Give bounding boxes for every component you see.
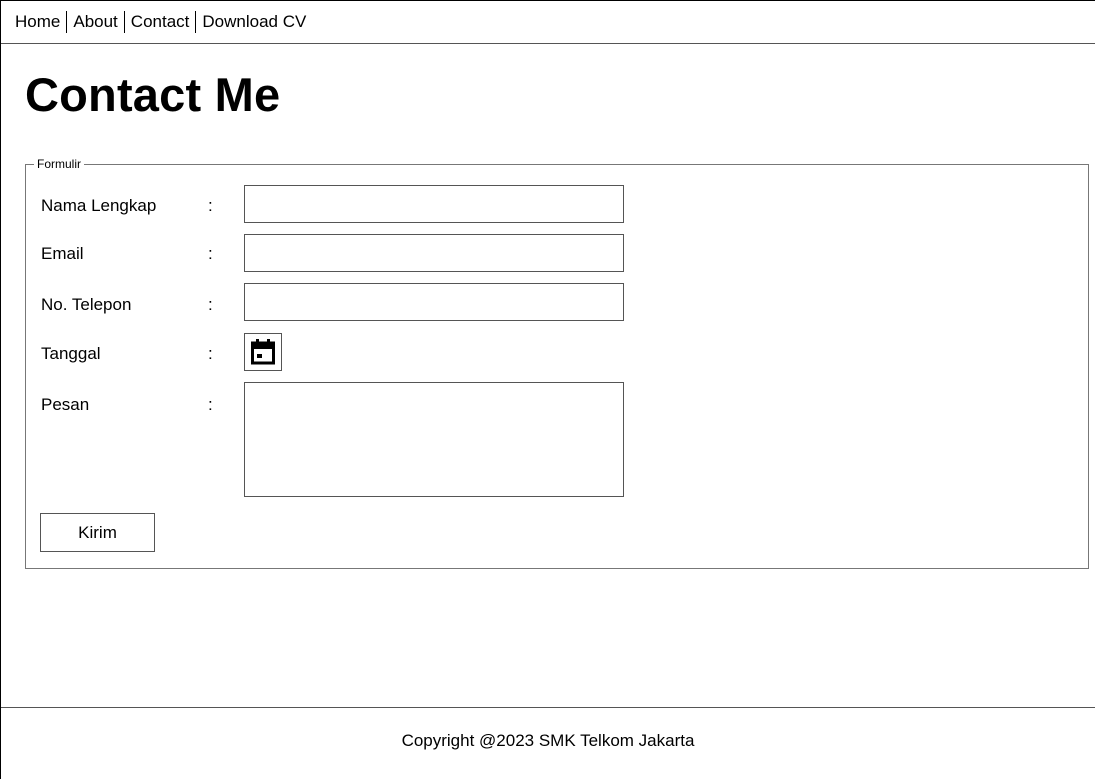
- name-input[interactable]: [244, 185, 624, 223]
- name-label: Nama Lengkap: [41, 196, 157, 215]
- page-title: Contact Me: [25, 68, 281, 121]
- email-colon: :: [208, 244, 213, 263]
- message-colon: :: [208, 395, 213, 414]
- email-input[interactable]: [244, 234, 624, 272]
- phone-colon: :: [208, 295, 213, 314]
- nav-divider: [66, 11, 68, 33]
- nav-divider: [123, 11, 125, 33]
- name-colon: :: [208, 196, 213, 215]
- phone-input[interactable]: [244, 283, 624, 321]
- nav-link-home[interactable]: Home: [15, 12, 60, 32]
- footer: Copyright @2023 SMK Telkom Jakarta: [1, 707, 1095, 779]
- message-textarea[interactable]: [244, 382, 624, 497]
- nav-divider: [195, 11, 197, 33]
- message-label: Pesan: [41, 395, 90, 414]
- submit-button[interactable]: Kirim: [40, 513, 155, 552]
- email-label: Email: [41, 244, 84, 263]
- nav-link-about[interactable]: About: [73, 12, 117, 32]
- page: Home About Contact Download CV Contact M…: [0, 0, 1095, 779]
- nav-link-contact[interactable]: Contact: [131, 12, 190, 32]
- contact-form: Formulir Nama Lengkap : Email : No. Tele…: [25, 156, 1089, 569]
- copyright-text: Copyright @2023 SMK Telkom Jakarta: [401, 731, 695, 750]
- calendar-icon: [251, 339, 275, 365]
- form-legend: Formulir: [34, 156, 84, 172]
- date-picker[interactable]: [244, 333, 282, 371]
- date-label: Tanggal: [41, 344, 101, 363]
- phone-label: No. Telepon: [41, 295, 132, 314]
- nav-link-download-cv[interactable]: Download CV: [202, 12, 306, 32]
- top-nav: Home About Contact Download CV: [1, 1, 1095, 44]
- date-colon: :: [208, 344, 213, 363]
